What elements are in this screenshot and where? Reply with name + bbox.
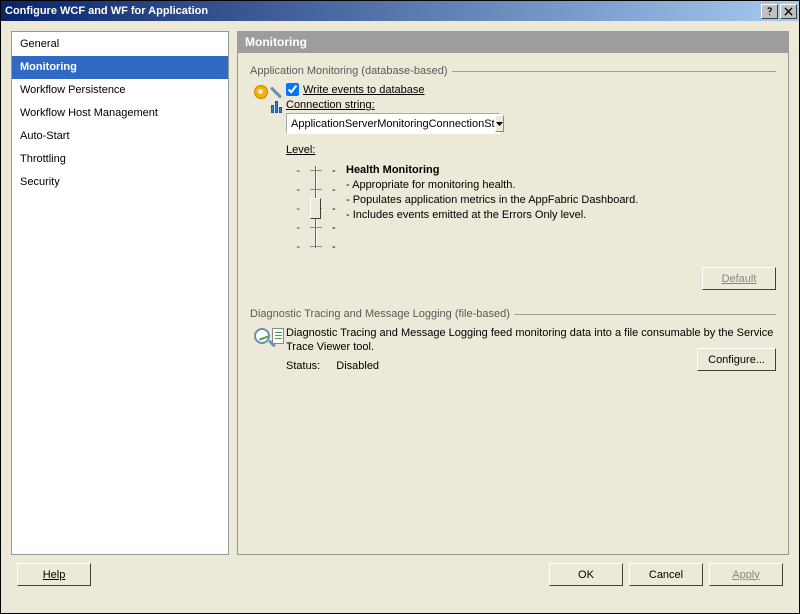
titlebar-buttons [761, 4, 799, 19]
level-description: Health Monitoring - Appropriate for moni… [346, 162, 776, 223]
help-button[interactable]: Help [17, 563, 91, 586]
level-title: Health Monitoring [346, 164, 776, 176]
close-icon [784, 7, 793, 16]
dropdown-button[interactable] [495, 115, 504, 132]
help-title-button[interactable] [761, 4, 778, 19]
connection-string-dropdown[interactable]: ApplicationServerMonitoringConnectionSt [286, 113, 500, 134]
level-line: - Populates application metrics in the A… [346, 193, 776, 208]
level-slider[interactable] [306, 162, 326, 252]
level-line: - Appropriate for monitoring health. [346, 178, 776, 193]
sidebar-item-throttling[interactable]: Throttling [12, 148, 228, 171]
sidebar-item-monitoring[interactable]: Monitoring [12, 56, 228, 79]
sidebar-item-workflow-host-management[interactable]: Workflow Host Management [12, 102, 228, 125]
write-events-checkbox[interactable] [286, 83, 299, 96]
status-label: Status: [286, 360, 320, 372]
group-label: Diagnostic Tracing and Message Logging (… [250, 308, 510, 320]
ok-button[interactable]: OK [549, 563, 623, 586]
configure-button[interactable]: Configure... [697, 348, 776, 371]
status-value: Disabled [336, 360, 379, 372]
group-divider [452, 71, 776, 72]
chevron-down-icon [496, 122, 503, 126]
sidebar-item-security[interactable]: Security [12, 171, 228, 194]
help-icon [765, 7, 774, 16]
level-label: Level: [286, 144, 315, 156]
sidebar-item-general[interactable]: General [12, 33, 228, 56]
slider-ticks-left: - - - - - [286, 162, 300, 253]
content-heading: Monitoring [237, 31, 789, 53]
category-sidebar: General Monitoring Workflow Persistence … [11, 31, 229, 555]
title-bar: Configure WCF and WF for Application [1, 1, 799, 21]
slider-ticks-right: - - - - - [332, 162, 340, 253]
diagnostic-icon [254, 328, 282, 350]
apply-button[interactable]: Apply [709, 563, 783, 586]
dialog-button-bar: Help OK Cancel Apply [11, 563, 789, 586]
sidebar-item-auto-start[interactable]: Auto-Start [12, 125, 228, 148]
connection-string-value: ApplicationServerMonitoringConnectionSt [291, 118, 495, 130]
group-label: Application Monitoring (database-based) [250, 65, 448, 77]
window-title: Configure WCF and WF for Application [5, 1, 208, 21]
connection-string-label: Connection string: [286, 99, 375, 111]
monitoring-icon [254, 85, 282, 113]
default-button[interactable]: Default [702, 267, 776, 290]
cancel-button[interactable]: Cancel [629, 563, 703, 586]
group-diagnostic-tracing: Diagnostic Tracing and Message Logging (… [250, 308, 776, 320]
write-events-label[interactable]: Write events to database [303, 84, 424, 96]
sidebar-item-workflow-persistence[interactable]: Workflow Persistence [12, 79, 228, 102]
slider-thumb[interactable] [310, 198, 321, 219]
close-title-button[interactable] [780, 4, 797, 19]
group-app-monitoring: Application Monitoring (database-based) [250, 65, 776, 77]
level-line: - Includes events emitted at the Errors … [346, 208, 776, 223]
group-divider [514, 314, 776, 315]
